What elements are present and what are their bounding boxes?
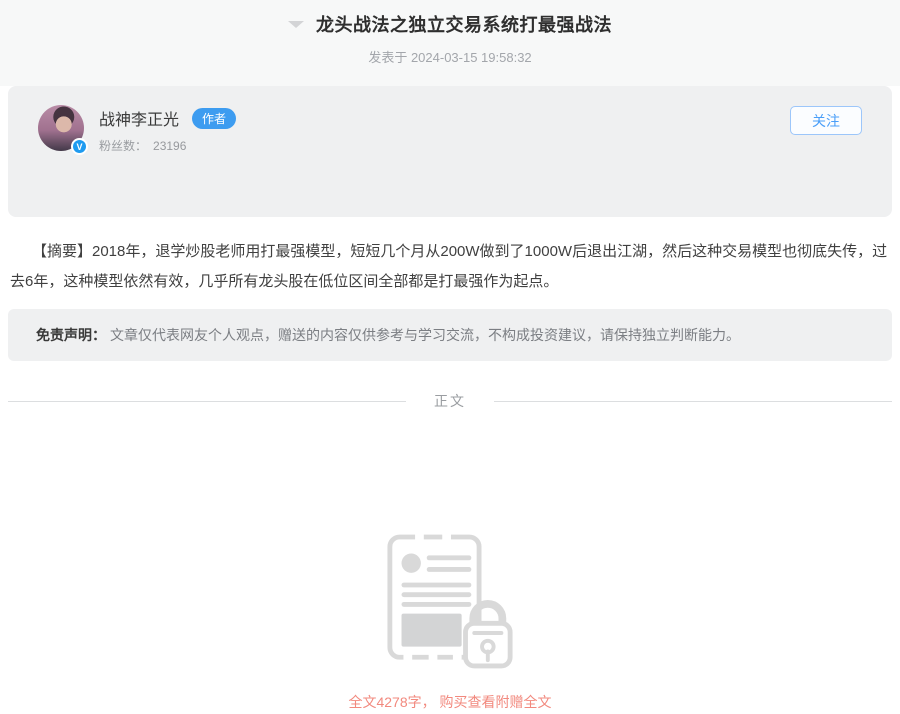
page-title: 龙头战法之独立交易系统打最强战法 [316, 15, 612, 35]
disclaimer-box: 免责声明： 文章仅代表网友个人观点，赠送的内容仅供参考与学习交流，不构成投资建议，… [8, 309, 892, 361]
verified-badge-icon: V [71, 138, 88, 155]
title-row: 龙头战法之独立交易系统打最强战法 [0, 11, 900, 37]
author-card: V 战神李正光 作者 粉丝数： 23196 关注 [8, 86, 892, 217]
author-text-block: 战神李正光 作者 粉丝数： 23196 [99, 105, 237, 154]
fans-line: 粉丝数： 23196 [99, 137, 236, 154]
locked-content-area [0, 533, 900, 674]
fans-label: 粉丝数： [99, 139, 148, 153]
body-divider: 正文 [8, 391, 892, 411]
disclaimer-label: 免责声明： [36, 327, 106, 343]
article-header: 龙头战法之独立交易系统打最强战法 发表于 2024-03-15 19:58:32 [0, 0, 900, 86]
paywall-notice[interactable]: 全文4278字， 购买查看附赠全文 [0, 692, 900, 712]
divider-line-left [8, 400, 406, 402]
author-avatar[interactable]: V [38, 105, 88, 155]
publish-date: 发表于 2024-03-15 19:58:32 [368, 50, 532, 65]
divider-line-right [494, 400, 892, 402]
author-role-badge: 作者 [192, 107, 237, 129]
article-abstract: 【摘要】2018年，退学炒股老师用打最强模型，短短几个月从200W做到了1000… [10, 243, 888, 290]
author-info: V 战神李正光 作者 粉丝数： 23196 [38, 105, 862, 155]
disclaimer-text: 文章仅代表网友个人观点，赠送的内容仅供参考与学习交流，不构成投资建议，请保持独立… [110, 327, 740, 343]
follow-button[interactable]: 关注 [790, 106, 862, 135]
body-divider-label: 正文 [434, 393, 466, 409]
author-name-row: 战神李正光 作者 [99, 106, 237, 130]
fans-count: 23196 [153, 139, 187, 153]
collapse-arrow-icon [288, 20, 304, 28]
author-name[interactable]: 战神李正光 [99, 106, 179, 130]
locked-document-icon [387, 533, 513, 669]
